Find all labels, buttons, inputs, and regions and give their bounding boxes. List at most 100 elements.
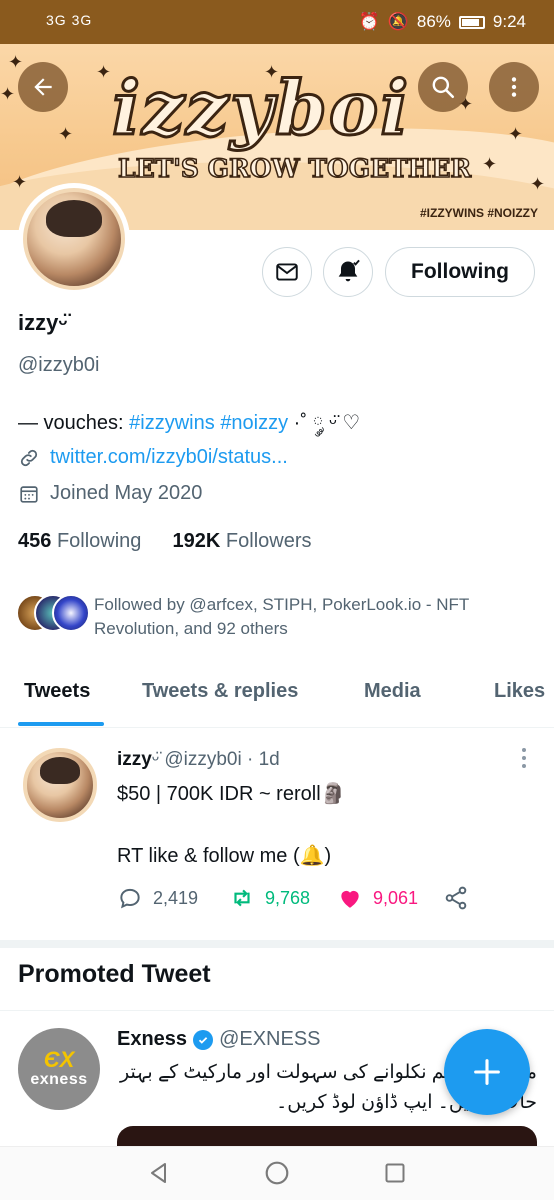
- tweet-author-handle: @izzyb0i: [164, 749, 242, 770]
- avatar-image: [23, 748, 97, 822]
- search-icon: [432, 76, 455, 99]
- display-name: izzyᵕ̈: [18, 310, 67, 336]
- tweet-avatar[interactable]: [20, 745, 100, 825]
- profile-handle: @izzyb0i: [18, 354, 100, 376]
- more-button[interactable]: [489, 62, 539, 112]
- banner-subtitle: LET'S GROW TOGETHER: [117, 153, 472, 184]
- tab-tweets-replies[interactable]: Tweets & replies: [142, 680, 298, 703]
- square-recents-icon: [385, 1163, 405, 1183]
- signal-indicator: 3G 3G: [46, 12, 93, 28]
- mute-icon: 🔕: [387, 12, 409, 31]
- sparkle-icon: ✦: [530, 174, 546, 194]
- followed-by-avatars[interactable]: [16, 594, 92, 634]
- arrow-left-icon: [34, 78, 52, 96]
- exness-logo-mark: ЄX: [43, 1047, 75, 1072]
- follow-counts: 456 Following 192K Followers: [18, 530, 312, 553]
- joined-row: Joined May 2020: [18, 482, 202, 505]
- tweet-card[interactable]: izzyᵕ̈ @izzyb0i · 1d $50 | 700K IDR ~ re…: [0, 729, 554, 939]
- name-emoji: ᵕ̈: [151, 749, 160, 770]
- nav-home-button[interactable]: [264, 1160, 290, 1186]
- share-button[interactable]: [443, 885, 469, 911]
- tab-media[interactable]: Media: [364, 680, 421, 703]
- circle-home-icon: [265, 1161, 289, 1185]
- followers-count-link[interactable]: 192K Followers: [173, 530, 312, 552]
- heart-icon: [341, 890, 359, 908]
- promoted-header: Exness @EXNESS: [117, 1028, 321, 1051]
- plus-icon: [474, 1059, 500, 1085]
- system-nav-bar: [0, 1146, 554, 1200]
- triangle-back-icon: [151, 1163, 166, 1183]
- promoted-media[interactable]: [117, 1126, 537, 1146]
- alarm-icon: ⏰: [358, 12, 380, 31]
- retweet-count: 9,768: [265, 887, 311, 908]
- tweet-author-name[interactable]: izzy: [117, 749, 152, 770]
- followers-count: 192K: [172, 530, 221, 552]
- following-count: 456: [18, 530, 52, 552]
- followers-label: Followers: [225, 530, 312, 552]
- followed-by-text[interactable]: Followed by @arfcex, STIPH, PokerLook.io…: [94, 593, 534, 641]
- compose-tweet-button[interactable]: [444, 1029, 530, 1115]
- back-button[interactable]: [18, 62, 68, 112]
- joined-date: Joined May 2020: [50, 482, 203, 504]
- following-count-link[interactable]: 456 Following: [18, 530, 141, 552]
- tweet-header: izzyᵕ̈ @izzyb0i · 1d: [117, 749, 280, 771]
- battery-percent: 86%: [416, 12, 451, 31]
- bell-check-icon: [338, 259, 360, 282]
- tab-tweets[interactable]: Tweets: [24, 680, 90, 703]
- link-icon: [20, 449, 38, 466]
- nav-recents-button[interactable]: [382, 1160, 408, 1186]
- battery-icon: [458, 15, 485, 29]
- bio-prefix: — vouches:: [18, 412, 130, 434]
- active-tab-indicator: [18, 722, 104, 726]
- more-vertical-icon: [522, 748, 526, 768]
- sparkle-icon: ✦: [482, 154, 498, 174]
- following-button[interactable]: Following: [385, 247, 535, 297]
- bio-suffix: ·˚ ༘ ᵕ̈ ♡: [288, 412, 361, 434]
- share-icon: [445, 886, 467, 910]
- tab-likes[interactable]: Likes: [494, 680, 545, 703]
- like-count: 9,061: [373, 887, 419, 908]
- nav-back-button[interactable]: [146, 1160, 172, 1186]
- tweet-more-button[interactable]: [518, 747, 530, 769]
- banner-hashtags: #IZZYWINS #NOIZZY: [419, 206, 538, 220]
- promoted-avatar[interactable]: ЄX exness: [18, 1028, 100, 1110]
- tweet-timestamp: · 1d: [246, 749, 280, 770]
- status-right: ⏰ 🔕 86% 9:24: [359, 12, 526, 32]
- reply-button[interactable]: 2,419: [117, 885, 198, 911]
- sparkle-icon: ✦: [8, 52, 24, 72]
- bio-hashtag[interactable]: #izzywins: [129, 412, 215, 434]
- profile-tabs: Tweets Tweets & replies Media Likes: [0, 660, 554, 728]
- reply-count: 2,419: [153, 887, 199, 908]
- sparkle-icon: ✦: [96, 62, 112, 82]
- profile-website-link[interactable]: twitter.com/izzyb0i/status...: [50, 446, 288, 469]
- search-button[interactable]: [418, 62, 468, 112]
- display-name-text: izzy: [18, 310, 59, 335]
- following-label: Following: [56, 530, 142, 552]
- divider: [0, 1010, 554, 1011]
- retweet-button[interactable]: 9,768: [229, 885, 310, 911]
- mail-icon: [276, 263, 298, 281]
- bio-hashtag[interactable]: #noizzy: [220, 412, 288, 434]
- like-button[interactable]: 9,061: [337, 885, 418, 911]
- message-button[interactable]: [262, 247, 312, 297]
- profile-avatar[interactable]: [18, 183, 130, 295]
- reply-icon: [120, 888, 140, 909]
- retweet-icon: [234, 889, 250, 907]
- status-bar: 3G 3G ⏰ 🔕 86% 9:24: [0, 0, 554, 44]
- tweet-actions: 2,419 9,768 9,061: [117, 885, 497, 915]
- calendar-icon: [20, 485, 38, 503]
- exness-logo-word: exness: [30, 1071, 88, 1088]
- more-vertical-icon: [511, 77, 517, 97]
- promoted-author-name[interactable]: Exness: [117, 1028, 187, 1051]
- sparkle-icon: ✦: [508, 124, 524, 144]
- tweet-text-line: RT like & follow me (🔔): [117, 845, 332, 867]
- clock: 9:24: [492, 12, 526, 31]
- sparkle-icon: ✦: [0, 84, 16, 104]
- section-divider: [0, 940, 554, 948]
- banner-title: izzyboi: [110, 65, 411, 154]
- notifications-button[interactable]: [323, 247, 373, 297]
- promoted-author-handle: @EXNESS: [219, 1028, 321, 1050]
- avatar: [52, 594, 90, 632]
- profile-link-row: twitter.com/izzyb0i/status...: [18, 446, 288, 469]
- avatar-image: [23, 188, 125, 290]
